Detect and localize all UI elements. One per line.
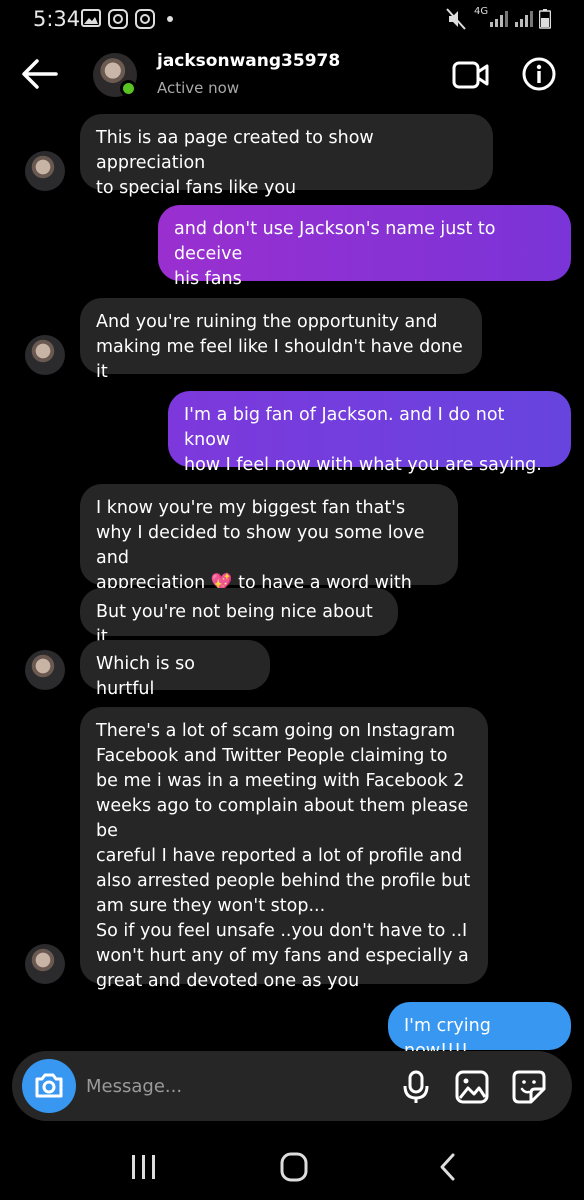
sender-avatar[interactable] bbox=[25, 151, 65, 191]
back-nav-icon[interactable] bbox=[428, 1150, 468, 1184]
more-notifications-dot-icon bbox=[167, 16, 173, 22]
gallery-notification-icon bbox=[81, 9, 101, 27]
camera-button[interactable] bbox=[22, 1059, 76, 1113]
active-status-text: Active now bbox=[157, 79, 240, 97]
camera-icon bbox=[35, 1073, 63, 1098]
status-bar: 5:34 4G bbox=[0, 0, 584, 38]
incoming-message[interactable]: There's a lot of scam going on Instagram… bbox=[80, 707, 488, 991]
username[interactable]: jacksonwang35978 bbox=[157, 51, 340, 71]
sender-avatar[interactable] bbox=[25, 944, 65, 984]
instagram-notification-icon-2 bbox=[135, 9, 155, 29]
signal-icon-2 bbox=[515, 11, 533, 27]
outgoing-message[interactable]: and don't use Jackson's name just to dec… bbox=[158, 205, 571, 289]
mute-icon bbox=[446, 8, 466, 30]
microphone-icon[interactable] bbox=[398, 1069, 434, 1105]
incoming-message[interactable]: This is aa page created to show apprecia… bbox=[80, 114, 493, 198]
recent-apps-icon[interactable] bbox=[124, 1150, 164, 1184]
home-icon[interactable] bbox=[274, 1150, 314, 1184]
incoming-message[interactable]: And you're ruining the opportunity and m… bbox=[80, 298, 482, 382]
signal-icon bbox=[490, 11, 508, 27]
network-type-label: 4G bbox=[474, 6, 489, 17]
back-arrow-icon[interactable] bbox=[20, 56, 60, 92]
outgoing-message[interactable]: I'm a big fan of Jackson. and I do not k… bbox=[168, 391, 571, 475]
active-status-dot bbox=[120, 80, 137, 97]
sender-avatar[interactable] bbox=[25, 335, 65, 375]
incoming-message[interactable]: Which is so hurtful bbox=[80, 640, 270, 699]
message-input[interactable] bbox=[86, 1073, 336, 1099]
message-composer bbox=[12, 1051, 572, 1121]
incoming-message[interactable]: But you're not being nice about it bbox=[80, 588, 398, 647]
system-navigation-bar bbox=[0, 1130, 584, 1200]
gallery-icon[interactable] bbox=[454, 1069, 490, 1105]
status-time: 5:34 bbox=[33, 7, 81, 31]
instagram-notification-icon bbox=[108, 9, 128, 29]
video-call-icon[interactable] bbox=[452, 60, 490, 90]
incoming-message[interactable]: I know you're my biggest fan that's why … bbox=[80, 484, 458, 618]
battery-icon bbox=[539, 9, 551, 29]
info-icon[interactable] bbox=[521, 56, 557, 92]
outgoing-message[interactable]: I'm crying now!!!! bbox=[388, 1002, 571, 1061]
sticker-icon[interactable] bbox=[511, 1069, 547, 1105]
sender-avatar[interactable] bbox=[25, 650, 65, 690]
chat-header: jacksonwang35978 Active now bbox=[0, 38, 584, 114]
